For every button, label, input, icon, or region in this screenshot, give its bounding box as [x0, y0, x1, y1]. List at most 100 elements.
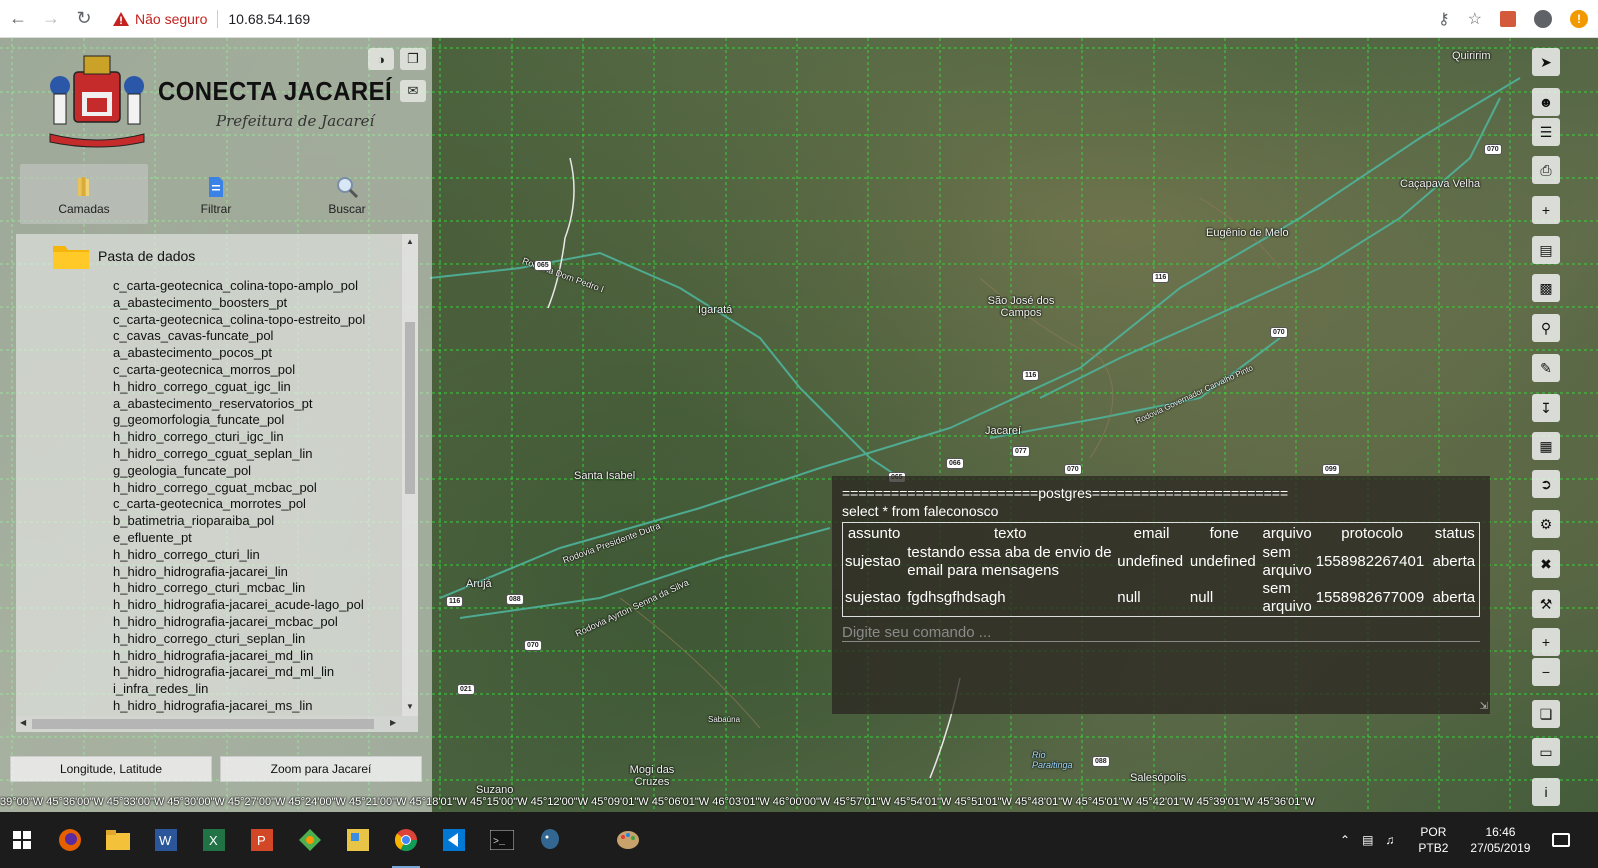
layer-item[interactable]: h_hidro_corrego_cturi_mcbac_lin [113, 580, 365, 597]
zoom-to-jacarei-button[interactable]: Zoom para Jacareí [220, 756, 422, 782]
table-header-row: assunto texto email fone arquivo protoco… [843, 523, 1480, 545]
settings-icon[interactable]: ⚙ [1532, 510, 1560, 538]
windows-start-icon[interactable] [2, 820, 42, 860]
notification-icon[interactable] [1552, 833, 1571, 847]
download-icon[interactable]: ↧ [1532, 394, 1560, 422]
layer-item[interactable]: h_hidro_corrego_cturi_lin [113, 547, 365, 564]
edit-icon[interactable]: ✎ [1532, 354, 1560, 382]
volume-icon[interactable]: ♫ [1385, 833, 1394, 847]
copy-icon[interactable]: ❏ [1532, 700, 1560, 728]
excel-icon[interactable]: X [194, 820, 234, 860]
app-subtitle: Prefeitura de Jacareí [216, 112, 375, 130]
scroll-down-icon[interactable]: ▼ [406, 702, 414, 711]
layer-item[interactable]: h_hidro_hidrografia-jacarei_ms_lin [113, 698, 365, 715]
zoom-in-icon[interactable]: + [1532, 628, 1560, 656]
layer-item[interactable]: c_cavas_cavas-funcate_pol [113, 328, 365, 345]
basemap-icon[interactable]: ☰ [1532, 118, 1560, 146]
scroll-up-icon[interactable]: ▲ [406, 237, 414, 246]
data-folder[interactable]: Pasta de dados [52, 242, 195, 270]
crosshair-icon[interactable]: + [1532, 196, 1560, 224]
layer-item[interactable]: c_carta-geotecnica_morrotes_pol [113, 496, 365, 513]
table-icon[interactable]: ▦ [1532, 432, 1560, 460]
back-arrow-icon[interactable]: ← [3, 4, 33, 34]
layer-item[interactable]: c_carta-geotecnica_colina-topo-amplo_pol [113, 278, 365, 295]
layer-item[interactable]: h_hidro_hidrografia-jacarei_md_ml_lin [113, 664, 365, 681]
word-icon[interactable]: W [146, 820, 186, 860]
scroll-right-icon[interactable]: ▶ [390, 718, 396, 727]
paint-bucket-icon[interactable]: ◑ [368, 48, 394, 70]
alert-icon[interactable]: ! [1570, 10, 1588, 28]
layer-item[interactable]: h_hidro_hidrografia-jacarei_lin [113, 564, 365, 581]
scroll-thumb[interactable] [405, 322, 415, 494]
layer-item[interactable]: h_hidro_corrego_cturi_igc_lin [113, 429, 365, 446]
chevron-up-icon[interactable]: ⌃ [1340, 833, 1350, 847]
layer-horizontal-scrollbar[interactable]: ◀ ▶ [16, 716, 418, 732]
layer-item[interactable]: h_hidro_hidrografia-jacarei_mcbac_pol [113, 614, 365, 631]
address-bar[interactable]: 10.68.54.169 [228, 11, 310, 27]
layer-item[interactable]: a_abastecimento_reservatorios_pt [113, 396, 365, 413]
search-button[interactable]: Buscar [320, 164, 374, 224]
layer-item[interactable]: h_hidro_corrego_cguat_mcbac_pol [113, 480, 365, 497]
layer-item[interactable]: h_hidro_corrego_cguat_seplan_lin [113, 446, 365, 463]
firefox-icon[interactable] [50, 820, 90, 860]
layer-item[interactable]: c_carta-geotecnica_morros_pol [113, 362, 365, 379]
layer-item[interactable]: g_geologia_funcate_pol [113, 463, 365, 480]
wrench-icon[interactable]: ⚒ [1532, 590, 1560, 618]
terminal-icon[interactable]: >_ [482, 820, 522, 860]
table-cell: sujestao [845, 589, 901, 606]
chart-icon[interactable]: ▩ [1532, 274, 1560, 302]
cursor-icon[interactable]: ➤ [1532, 48, 1560, 76]
layer-item[interactable]: i_infra_redes_lin [113, 681, 365, 698]
document-icon[interactable]: ▤ [1532, 236, 1560, 264]
key-icon[interactable]: ⚷ [1438, 9, 1450, 29]
clock[interactable]: 16:46 27/05/2019 [1470, 824, 1530, 856]
print-icon[interactable]: ⎙ [1532, 156, 1560, 184]
layer-item[interactable]: b_batimetria_rioparaiba_pol [113, 513, 365, 530]
layer-item[interactable]: h_hidro_corrego_cturi_seplan_lin [113, 631, 365, 648]
command-input[interactable] [842, 624, 1480, 642]
file-explorer-icon[interactable] [98, 820, 138, 860]
network-icon[interactable]: ▤ [1362, 833, 1373, 847]
language-indicator[interactable]: POR PTB2 [1418, 824, 1448, 856]
mail-icon[interactable]: ✉ [400, 80, 426, 102]
scroll-thumb[interactable] [32, 719, 374, 729]
layer-item[interactable]: c_carta-geotecnica_colina-topo-estreito_… [113, 312, 365, 329]
place-label: Jacareí [985, 425, 1022, 437]
layer-item[interactable]: h_hidro_corrego_cguat_igc_lin [113, 379, 365, 396]
chrome-icon[interactable] [386, 820, 426, 868]
layer-item[interactable]: h_hidro_hidrografia-jacarei_acude-lago_p… [113, 597, 365, 614]
user-location-icon[interactable]: ☻ [1532, 88, 1560, 116]
window-icon[interactable]: ❐ [400, 48, 426, 70]
layer-vertical-scrollbar[interactable]: ▲ ▼ [402, 234, 418, 716]
zoom-out-icon[interactable]: − [1532, 658, 1560, 686]
tools-icon[interactable]: ✖ [1532, 550, 1560, 578]
security-indicator[interactable]: Não seguro [113, 11, 207, 27]
layer-item[interactable]: a_abastecimento_boosters_pt [113, 295, 365, 312]
vscode-icon[interactable] [434, 820, 474, 860]
layer-item[interactable]: a_abastecimento_pocos_pt [113, 345, 365, 362]
layers-button[interactable]: Camadas [20, 164, 148, 224]
resize-handle-icon[interactable]: ⇲ [1480, 701, 1488, 712]
extension-icon[interactable] [1500, 11, 1516, 27]
powerpoint-icon[interactable]: P [242, 820, 282, 860]
paint-palette-icon[interactable] [608, 820, 648, 860]
scroll-left-icon[interactable]: ◀ [20, 718, 26, 727]
layer-item[interactable]: h_hidro_hidrografia-jacarei_md_lin [113, 648, 365, 665]
place-label: Eugênio de Melo [1206, 227, 1289, 239]
layer-item[interactable]: e_efluente_pt [113, 530, 365, 547]
star-icon[interactable]: ☆ [1468, 9, 1482, 29]
zoom-icon[interactable]: ⚲ [1532, 314, 1560, 342]
account-icon[interactable] [1534, 10, 1552, 28]
paint-app-icon[interactable] [338, 820, 378, 860]
export-icon[interactable]: ➲ [1532, 470, 1560, 498]
coordinates-button[interactable]: Longitude, Latitude [10, 756, 212, 782]
layer-item[interactable]: g_geomorfologia_funcate_pol [113, 412, 365, 429]
filter-button[interactable]: Filtrar [190, 164, 242, 224]
git-icon[interactable] [290, 820, 330, 860]
postgres-icon[interactable] [530, 820, 570, 860]
monitor-icon[interactable]: ▭ [1532, 738, 1560, 766]
forward-arrow-icon[interactable]: → [36, 4, 66, 34]
console-header: ========================postgres========… [842, 485, 1289, 501]
road-shield: 070 [1064, 464, 1082, 475]
reload-icon[interactable]: ↻ [69, 4, 99, 34]
